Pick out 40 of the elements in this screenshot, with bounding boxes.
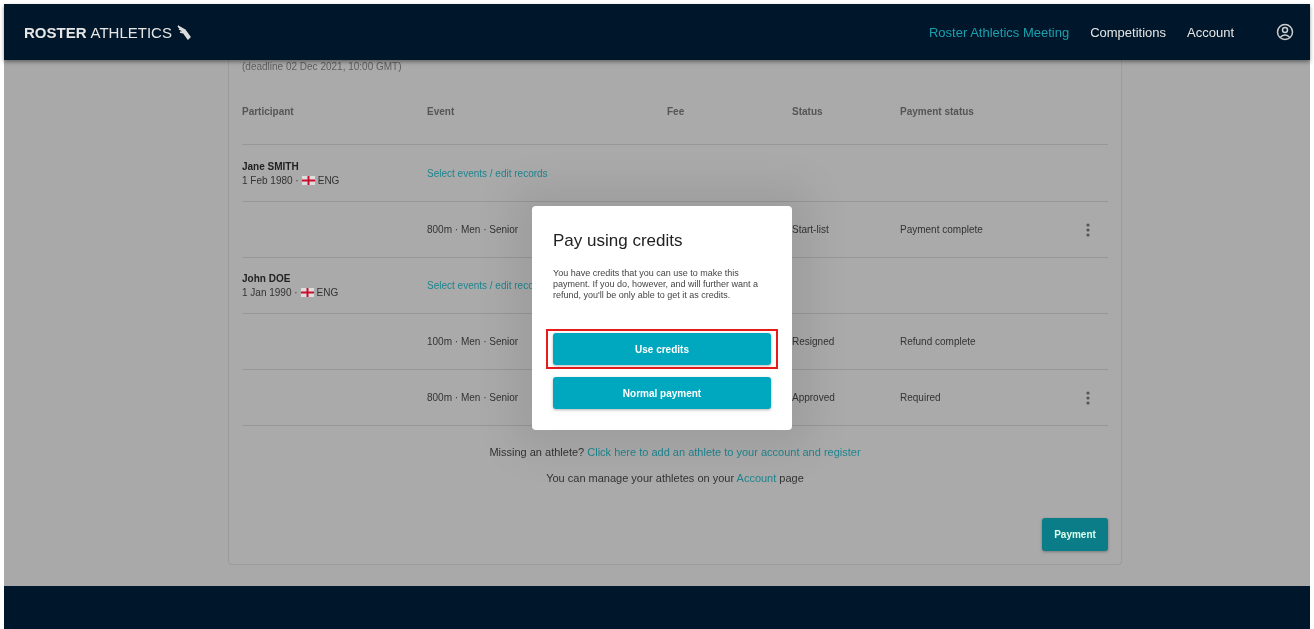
nav-link[interactable]: Competitions bbox=[1090, 24, 1166, 40]
athlete-name: Jane SMITH bbox=[242, 160, 300, 172]
dialog-button[interactable]: Use credits bbox=[553, 333, 771, 365]
dialog-button[interactable]: Normal payment bbox=[553, 377, 771, 409]
birth-date: 1 Feb 1980 · bbox=[242, 174, 299, 186]
more-icon[interactable] bbox=[1086, 222, 1090, 237]
payment-status-cell: Payment complete bbox=[900, 224, 983, 235]
payment-status-cell: Required bbox=[900, 392, 941, 403]
column-header: Event bbox=[427, 105, 456, 117]
nav-link[interactable]: Account bbox=[1187, 24, 1234, 40]
payment-status-cell: Refund complete bbox=[900, 336, 976, 347]
nav-link[interactable]: Roster Athletics Meeting bbox=[928, 24, 1070, 40]
deadline-text: (deadline 02 Dec 2021, 10:00 GMT) bbox=[242, 61, 403, 72]
account-link[interactable]: Account bbox=[736, 472, 777, 484]
column-header: Payment status bbox=[900, 105, 975, 117]
column-header: Fee bbox=[667, 105, 686, 117]
more-icon[interactable] bbox=[1086, 390, 1090, 405]
country-code: ENG bbox=[316, 287, 339, 298]
flag-icon bbox=[301, 175, 315, 185]
flag-icon bbox=[300, 288, 314, 297]
event-cell: 800m · Men · Senior bbox=[427, 224, 519, 235]
status-cell: Start-list bbox=[792, 224, 829, 235]
manage-athletes-text: You can manage your athletes on your Account page bbox=[546, 472, 804, 484]
status-cell: Approved bbox=[792, 392, 835, 403]
event-cell: 800m · Men · Senior bbox=[427, 392, 519, 403]
logo-text: ROSTER ATHLETICS bbox=[24, 23, 172, 41]
column-header: Participant bbox=[242, 105, 295, 117]
dialog-text: You have credits that you can use to make this payment. If you do, however, and will further want a refund, you'll be only able to get it as credits. bbox=[553, 268, 760, 301]
account-icon[interactable] bbox=[1276, 23, 1294, 41]
event-cell: 100m · Men · Senior bbox=[427, 336, 519, 347]
country-code: ENG bbox=[317, 174, 340, 186]
status-cell: Resigned bbox=[792, 336, 835, 347]
birth-date: 1 Jan 1990 · bbox=[242, 287, 298, 298]
select-events-link[interactable]: Select events / edit records bbox=[427, 167, 548, 179]
column-header: Status bbox=[792, 105, 824, 117]
missing-athlete-text: Missing an athlete? Click here to add an athlete to your account and register bbox=[489, 446, 861, 458]
dialog-title: Pay using credits bbox=[553, 231, 684, 251]
athlete-name: John DOE bbox=[242, 273, 292, 284]
add-athlete-link[interactable]: Click here to add an athlete to your account and register bbox=[587, 446, 861, 458]
payment-button[interactable]: Payment bbox=[1042, 518, 1108, 551]
